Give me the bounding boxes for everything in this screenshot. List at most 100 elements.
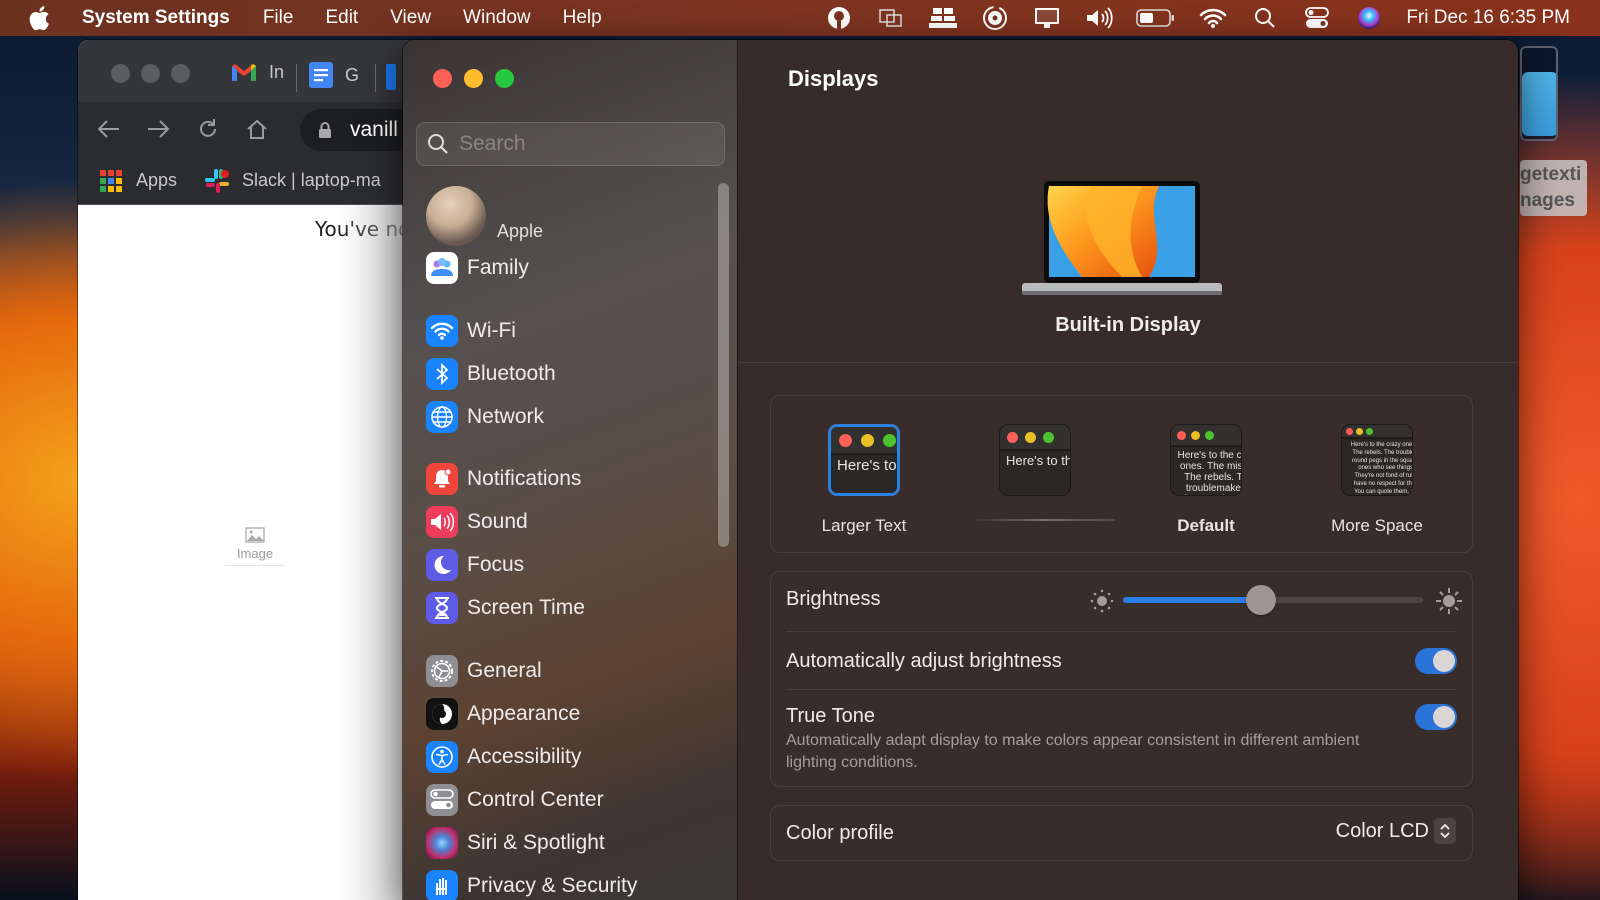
apple-menu-icon[interactable] xyxy=(28,5,58,31)
search-input[interactable] xyxy=(459,132,709,156)
menu-edit[interactable]: Edit xyxy=(325,7,358,29)
true-tone-label: True Tone xyxy=(786,705,875,727)
browser-tab-gmail[interactable]: In xyxy=(231,62,284,83)
resolution-option-larger-text[interactable]: Here's to the crazy ones. The misfits. T… xyxy=(789,424,939,536)
brightness-label: Brightness xyxy=(786,588,881,610)
hand-icon xyxy=(426,870,458,900)
resolution-preview-thumbnail: Here's to the crazy ones. The misfits. T… xyxy=(1170,424,1242,496)
vpn-icon[interactable] xyxy=(824,3,854,33)
spotlight-search-icon[interactable] xyxy=(1250,3,1280,33)
forward-arrow-icon[interactable] xyxy=(145,116,171,142)
browser-maximize-button[interactable] xyxy=(171,64,190,83)
bookmark-slack[interactable]: Slack | laptop-ma xyxy=(204,168,381,194)
resolution-divider xyxy=(969,519,1115,521)
avatar xyxy=(426,186,486,246)
color-profile-value: Color LCD xyxy=(1335,819,1429,842)
brightness-low-icon xyxy=(1089,588,1115,619)
browser-toolbar: vanill xyxy=(78,102,418,157)
family-icon xyxy=(426,252,458,284)
sidebar-item-network[interactable]: Network xyxy=(426,400,544,434)
bookmark-apps[interactable]: Apps xyxy=(100,169,177,192)
image-placeholder: Image xyxy=(225,527,285,566)
gear-icon xyxy=(426,655,458,687)
sidebar-item-label: Sound xyxy=(467,510,528,533)
sidebar-item-privacy-security[interactable]: Privacy & Security xyxy=(426,869,637,900)
menu-app-name[interactable]: System Settings xyxy=(82,7,230,29)
menu-bar: System Settings File Edit View Window He… xyxy=(0,0,1600,36)
address-bar[interactable]: vanill xyxy=(300,109,418,151)
battery-icon[interactable] xyxy=(1136,3,1176,33)
sidebar-item-siri-spotlight[interactable]: Siri & Spotlight xyxy=(426,826,605,860)
sidebar-item-wifi[interactable]: Wi-Fi xyxy=(426,314,516,348)
search-icon xyxy=(428,134,448,154)
apple-account-item[interactable]: Apple xyxy=(426,186,543,246)
color-profile-select[interactable]: Color LCD xyxy=(1336,818,1456,844)
control-center-icon[interactable] xyxy=(1302,3,1332,33)
browser-tab-partial[interactable] xyxy=(386,64,396,90)
desktop-file-icon[interactable] xyxy=(1520,46,1558,141)
sidebar-item-focus[interactable]: Focus xyxy=(426,548,524,582)
sidebar-item-control-center[interactable]: Control Center xyxy=(426,783,604,817)
sidebar-item-label: General xyxy=(467,659,542,682)
resolution-option-default[interactable]: Here's to the crazy ones. The misfits. T… xyxy=(1131,424,1281,536)
google-docs-icon xyxy=(309,62,333,88)
page-title: Displays xyxy=(788,66,879,91)
sidebar-item-label: Wi-Fi xyxy=(467,319,516,342)
sidebar-item-appearance[interactable]: Appearance xyxy=(426,697,580,731)
minimize-button[interactable] xyxy=(464,69,483,88)
browser-close-button[interactable] xyxy=(111,64,130,83)
dropbox-icon[interactable] xyxy=(928,3,958,33)
zoom-button[interactable] xyxy=(495,69,514,88)
resolution-preview-text: Here's to the crazy ones. The misfits. T… xyxy=(1350,442,1413,495)
volume-icon[interactable] xyxy=(1084,3,1114,33)
sidebar-item-bluetooth[interactable]: Bluetooth xyxy=(426,357,556,391)
bookmarks-bar: Apps Slack | laptop-ma xyxy=(78,157,418,205)
true-tone-toggle[interactable] xyxy=(1415,704,1457,730)
menu-view[interactable]: View xyxy=(390,7,431,29)
brightness-slider-thumb[interactable] xyxy=(1246,585,1276,615)
menu-bar-clock[interactable]: Fri Dec 16 6:35 PM xyxy=(1406,7,1570,29)
siri-icon[interactable] xyxy=(1354,3,1384,33)
window-controls xyxy=(433,69,514,88)
browser-window: In G vanill Apps Slack | laptop-ma Image xyxy=(78,40,418,900)
resolution-label: More Space xyxy=(1331,516,1423,535)
reload-icon[interactable] xyxy=(195,116,221,142)
browser-tab-docs[interactable]: G xyxy=(309,62,359,88)
sidebar-item-sound[interactable]: Sound xyxy=(426,505,528,539)
status-area: Fri Dec 16 6:35 PM xyxy=(824,0,1600,36)
sidebar-item-family[interactable]: Family xyxy=(426,251,529,285)
sidebar-item-label: Screen Time xyxy=(467,596,585,619)
sidebar-item-accessibility[interactable]: Accessibility xyxy=(426,740,581,774)
menu-file[interactable]: File xyxy=(263,7,294,29)
menu-help[interactable]: Help xyxy=(563,7,602,29)
lock-icon xyxy=(319,122,331,138)
sidebar-item-general[interactable]: General xyxy=(426,654,542,688)
time-machine-icon[interactable] xyxy=(980,3,1010,33)
resolution-option-more-space[interactable]: Here's to the crazy ones. The misfits. T… xyxy=(1302,424,1452,536)
wifi-icon[interactable] xyxy=(1198,3,1228,33)
close-button[interactable] xyxy=(433,69,452,88)
menu-window[interactable]: Window xyxy=(463,7,531,29)
true-tone-description: Automatically adapt display to make colo… xyxy=(786,732,1360,771)
browser-minimize-button[interactable] xyxy=(141,64,160,83)
resolution-option-2[interactable]: Here's to the crazy ones. The misfits. T… xyxy=(960,424,1110,496)
brightness-slider-fill xyxy=(1123,597,1261,603)
sidebar-item-screen-time[interactable]: Screen Time xyxy=(426,591,585,625)
sidebar-item-label: Siri & Spotlight xyxy=(467,831,605,854)
sidebar-item-notifications[interactable]: Notifications xyxy=(426,462,581,496)
displays-pane: Displays Built-in Display Here's to Larg… xyxy=(738,40,1518,900)
search-field[interactable] xyxy=(416,122,725,166)
browser-tab-bar: In G xyxy=(78,40,418,102)
auto-brightness-row: Automatically adjust brightness xyxy=(786,632,1457,690)
brightness-slider[interactable] xyxy=(1123,585,1423,615)
bookmark-label: Slack | laptop-ma xyxy=(242,170,381,190)
screen-mirroring-icon[interactable] xyxy=(876,3,906,33)
home-icon[interactable] xyxy=(244,116,270,142)
sidebar-scrollbar[interactable] xyxy=(718,183,729,547)
back-arrow-icon[interactable] xyxy=(96,116,122,142)
auto-brightness-toggle[interactable] xyxy=(1415,648,1457,674)
laptop-display-icon[interactable] xyxy=(1022,181,1222,301)
toggles-icon xyxy=(426,784,458,816)
display-icon[interactable] xyxy=(1032,3,1062,33)
desktop-file-label[interactable]: getexti nages xyxy=(1520,160,1588,216)
